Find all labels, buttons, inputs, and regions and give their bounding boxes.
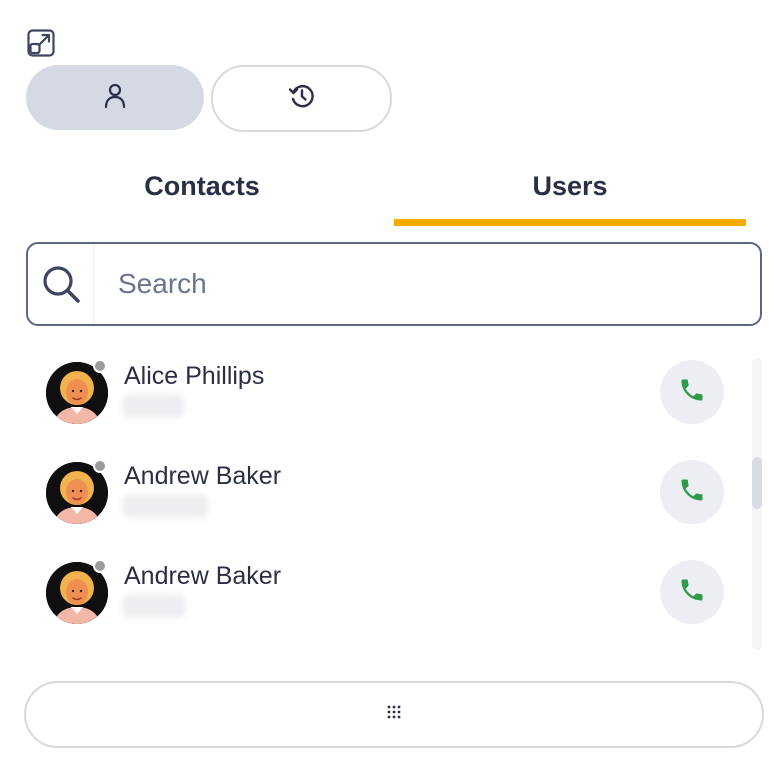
search-icon[interactable]	[28, 244, 94, 324]
dialpad-icon	[386, 704, 402, 725]
list-item[interactable]: Alice Phillips	[26, 346, 738, 426]
dialpad-button[interactable]	[24, 681, 764, 748]
history-mode-button[interactable]	[211, 65, 392, 132]
history-icon	[287, 81, 317, 116]
user-subtitle-redacted	[122, 394, 184, 418]
search-box	[26, 242, 762, 326]
tab-users-label: Users	[532, 171, 608, 201]
user-subtitle-redacted	[122, 594, 186, 618]
call-button[interactable]	[660, 360, 724, 424]
list-scrollbar-thumb[interactable]	[752, 457, 762, 509]
presence-indicator	[93, 459, 107, 473]
presence-indicator	[93, 559, 107, 573]
user-name: Alice Phillips	[124, 362, 265, 390]
active-tab-indicator	[394, 219, 746, 226]
phone-icon	[678, 376, 706, 409]
search-input[interactable]	[94, 268, 760, 300]
tab-contacts[interactable]: Contacts	[26, 160, 378, 226]
person-icon	[101, 81, 129, 114]
users-mode-button[interactable]	[26, 65, 204, 130]
external-window-icon[interactable]	[27, 29, 55, 57]
tab-contacts-label: Contacts	[144, 171, 260, 201]
user-name: Andrew Baker	[124, 562, 282, 590]
tab-users[interactable]: Users	[394, 160, 746, 226]
tab-bar: Contacts Users	[26, 160, 746, 226]
user-list: Alice Phillips Andrew Baker Andrew Baker	[26, 346, 746, 656]
list-item[interactable]: Andrew Baker	[26, 446, 738, 526]
user-subtitle-redacted	[122, 494, 208, 518]
mode-toggle	[26, 65, 392, 132]
user-name: Andrew Baker	[124, 462, 282, 490]
presence-indicator	[93, 359, 107, 373]
call-button[interactable]	[660, 460, 724, 524]
phone-icon	[678, 576, 706, 609]
phone-icon	[678, 476, 706, 509]
call-button[interactable]	[660, 560, 724, 624]
list-item[interactable]: Andrew Baker	[26, 546, 738, 626]
